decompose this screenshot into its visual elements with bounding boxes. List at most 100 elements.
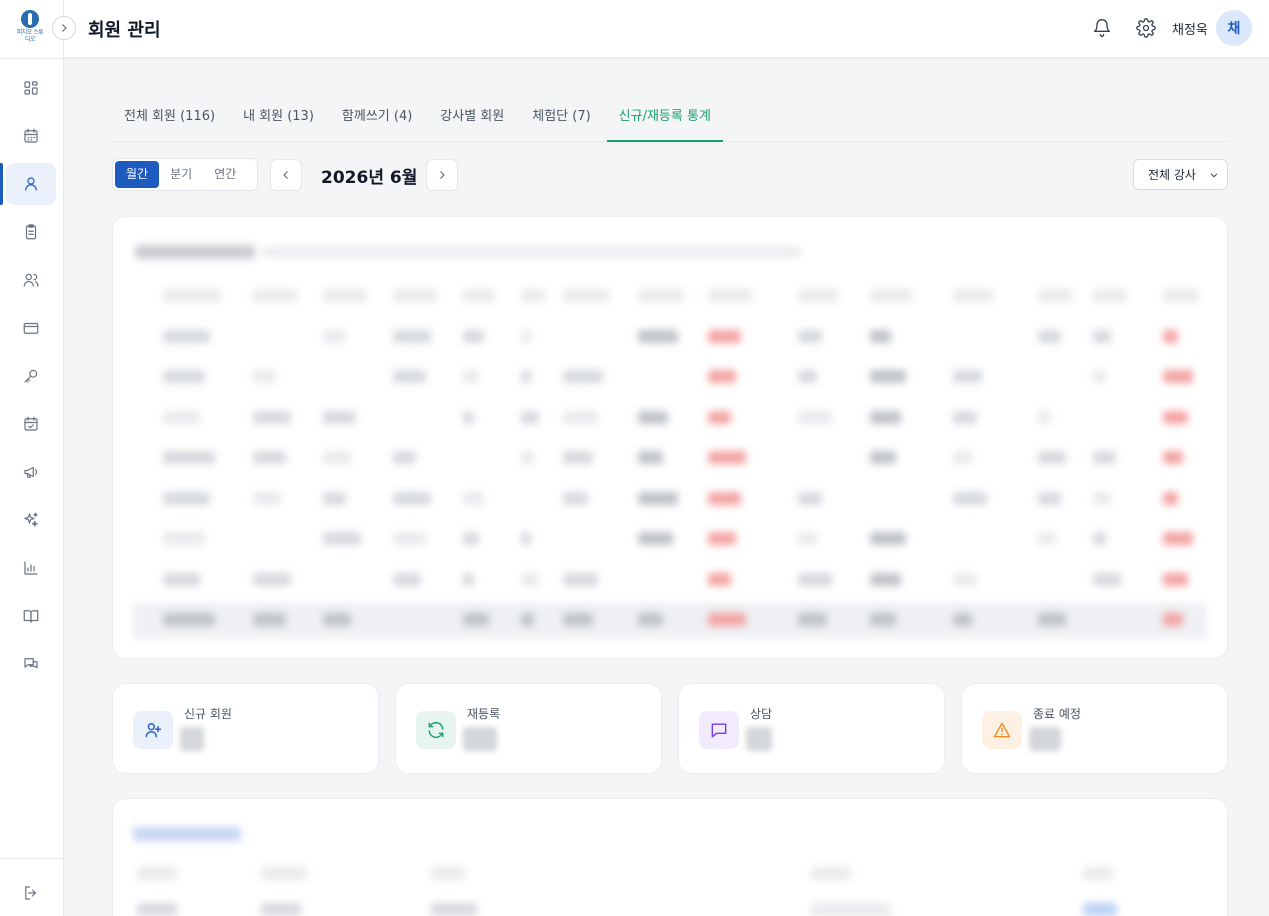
- dashboard-icon: [24, 81, 38, 95]
- blurred-cell: [1163, 329, 1178, 343]
- sidebar-item-guide[interactable]: [6, 595, 56, 637]
- bell-icon[interactable]: [1092, 18, 1112, 38]
- blurred-cell: [1038, 289, 1072, 302]
- blurred-cell: [163, 370, 205, 383]
- calendar-icon: [24, 128, 38, 143]
- blurred-cell: [870, 329, 891, 343]
- stat-card-ending-soon[interactable]: 종료 예정: [961, 683, 1228, 774]
- sidebar-expand-button[interactable]: [52, 16, 76, 40]
- blurred-cell: [463, 532, 479, 545]
- gear-icon[interactable]: [1136, 18, 1156, 38]
- tab-all-members[interactable]: 전체 회원 (116): [112, 98, 227, 141]
- blurred-cell: [521, 289, 545, 302]
- period-label: 2026년 6월: [321, 168, 418, 188]
- avatar[interactable]: 채: [1216, 10, 1252, 46]
- sidebar-item-logout[interactable]: [6, 872, 56, 914]
- period-monthly-button[interactable]: 월간: [115, 161, 160, 188]
- blurred-cell: [708, 289, 752, 302]
- blurred-cell: [1038, 613, 1066, 626]
- blurred-cell: [953, 491, 987, 505]
- user-plus-icon: [133, 711, 173, 749]
- blurred-cell: [953, 572, 977, 586]
- blurred-cell: [323, 491, 346, 505]
- sidebar-item-clipboard[interactable]: [6, 211, 56, 253]
- sidebar-item-calendar[interactable]: [6, 115, 56, 157]
- sidebar-item-members[interactable]: [0, 163, 56, 205]
- blurred-cell: [563, 572, 598, 586]
- blurred-cell: [253, 572, 291, 586]
- refresh-icon: [416, 711, 456, 749]
- prev-period-button[interactable]: [270, 159, 302, 191]
- logo-mark-icon: [21, 10, 39, 28]
- blurred-cell: [253, 491, 281, 505]
- card-icon: [23, 322, 39, 334]
- tab-new-renewal-stats[interactable]: 신규/재등록 통계: [606, 98, 724, 142]
- message-icon: [699, 711, 739, 749]
- blurred-cell: [1093, 451, 1116, 464]
- blurred-cell: [163, 532, 205, 545]
- blurred-cell: [708, 329, 741, 343]
- sidebar-item-payment[interactable]: [6, 307, 56, 349]
- blurred-cell: [1093, 532, 1106, 545]
- blurred-table-row: [133, 320, 1207, 356]
- blurred-list-header: [133, 865, 1207, 880]
- blurred-cell: [638, 329, 678, 343]
- period-quarterly-button[interactable]: 분기: [159, 161, 203, 188]
- blurred-table-row: [133, 563, 1207, 599]
- blurred-cell: [521, 532, 531, 545]
- chat-icon: [24, 658, 38, 669]
- blurred-cell: [393, 572, 421, 586]
- tab-by-instructor[interactable]: 강사별 회원: [428, 98, 516, 141]
- blurred-table-row: [133, 522, 1207, 558]
- blurred-cell: [323, 451, 351, 464]
- tab-shared[interactable]: 함께쓰기 (4): [330, 98, 424, 141]
- blurred-list-content: [113, 799, 1229, 916]
- blurred-cell: [708, 613, 746, 626]
- instructor-select[interactable]: 전체 강사: [1133, 159, 1228, 190]
- blurred-cell: [253, 613, 286, 626]
- sidebar-item-announce[interactable]: [6, 451, 56, 493]
- blurred-cell: [798, 410, 832, 424]
- blurred-cell: [1038, 532, 1056, 545]
- blurred-cell: [163, 491, 210, 505]
- blurred-cell: [463, 572, 474, 586]
- blurred-table-title: [135, 245, 255, 259]
- blurred-cell: [393, 451, 416, 464]
- sidebar-item-schedule[interactable]: [6, 403, 56, 445]
- blurred-cell: [1163, 532, 1193, 545]
- user-icon: [25, 177, 37, 191]
- blurred-cell: [798, 613, 827, 626]
- blurred-table-row: [133, 603, 1207, 639]
- sidebar-item-users[interactable]: [6, 259, 56, 301]
- tab-my-members[interactable]: 내 회원 (13): [231, 98, 326, 141]
- page-title: 회원 관리: [88, 20, 161, 41]
- tab-trial[interactable]: 체험단 (7): [520, 98, 602, 141]
- stat-card-renewal[interactable]: 재등록: [395, 683, 662, 774]
- blurred-cell: [1163, 572, 1188, 586]
- chevron-right-icon: [440, 171, 445, 179]
- sidebar-item-ai[interactable]: [6, 499, 56, 541]
- blurred-cell: [323, 613, 351, 626]
- key-icon: [24, 369, 38, 383]
- sidebar-item-chat[interactable]: [6, 643, 56, 685]
- blurred-cell: [323, 532, 361, 545]
- blurred-cell: [708, 410, 731, 424]
- logo[interactable]: 피치오 스튜디오: [16, 10, 44, 46]
- blurred-cell: [798, 572, 832, 586]
- blurred-list-row: [133, 901, 1207, 916]
- stat-card-new-members[interactable]: 신규 회원: [112, 683, 379, 774]
- user-name[interactable]: 채정욱: [1172, 19, 1208, 38]
- next-period-button[interactable]: [426, 159, 458, 191]
- blurred-cell: [253, 370, 276, 383]
- sidebar-item-stats[interactable]: [6, 547, 56, 589]
- period-yearly-button[interactable]: 연간: [203, 161, 247, 188]
- member-tabs: 전체 회원 (116) 내 회원 (13) 함께쓰기 (4) 강사별 회원 체험…: [112, 98, 1228, 142]
- sidebar-item-key[interactable]: [6, 355, 56, 397]
- stat-card-consultation[interactable]: 상담: [678, 683, 945, 774]
- blurred-table-row: [133, 441, 1207, 477]
- blurred-cell: [393, 289, 437, 302]
- sidebar-item-dashboard[interactable]: [6, 67, 56, 109]
- blurred-cell: [393, 491, 431, 505]
- stat-label: 재등록: [467, 707, 501, 721]
- blurred-cell: [563, 289, 609, 302]
